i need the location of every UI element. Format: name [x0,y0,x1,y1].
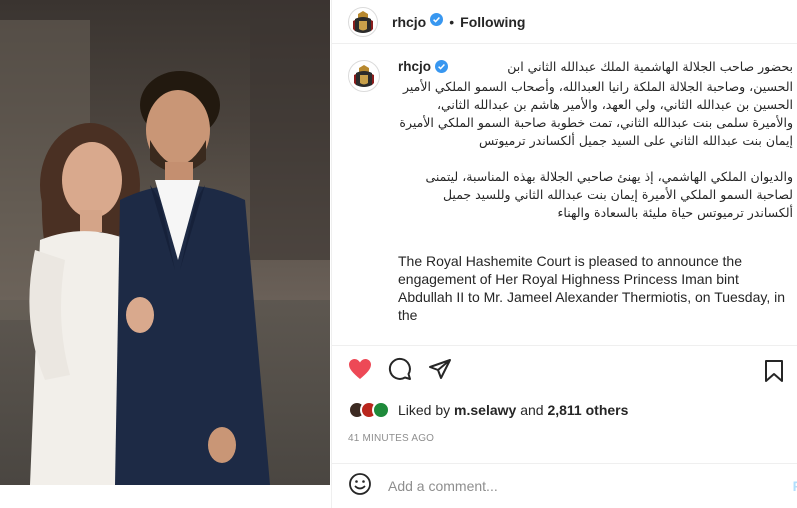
post-panel: rhcjo • Following rhcjo بحضور صاحب الجلا… [331,0,797,508]
post-timestamp[interactable]: 41 MINUTES AGO [348,433,434,444]
royal-crest-icon [353,10,373,33]
caption-arabic-paragraph-1: الحسين، وصاحبة الجلالة الملكة رانيا العب… [399,79,793,148]
comment-bar: P [332,463,797,508]
couple-image [0,0,330,485]
verified-badge-icon [430,12,444,31]
username-link[interactable]: rhcjo [392,14,426,30]
comment-icon[interactable] [386,355,414,383]
separator-dot: • [449,13,455,30]
emoji-icon[interactable] [348,472,372,501]
avatar[interactable] [348,6,378,37]
post-comment-button[interactable]: P [793,478,797,494]
action-bar [332,345,797,391]
liked-by-user-link[interactable]: m.selawy [454,402,516,418]
likes-and: and [520,402,544,418]
caption-arabic-paragraph-2: والديوان الملكي الهاشمي، إذ يهنئ صاحبي ا… [425,169,793,220]
heart-icon[interactable] [346,355,374,383]
caption: rhcjo بحضور صاحب الجلالة الهاشمية الملك … [332,58,797,344]
caption-avatar[interactable] [348,60,380,92]
caption-username[interactable]: rhcjo [398,58,431,76]
following-button[interactable]: Following [460,14,525,30]
post-photo[interactable] [0,0,330,508]
caption-arabic-first-line: بحضور صاحب الجلالة الهاشمية الملك عبدالل… [507,59,793,74]
post-header: rhcjo • Following [332,0,797,44]
photo-bottom-strip [0,485,330,508]
comment-input[interactable] [388,478,768,494]
share-icon[interactable] [426,355,454,383]
likes-row: Liked by m.selawy and 2,811 others [348,401,628,419]
verified-badge-icon [435,60,449,78]
likes-prefix: Liked by [398,402,451,418]
caption-english-paragraph: The Royal Hashemite Court is pleased to … [398,253,786,323]
royal-crest-icon [354,65,374,87]
likes-count-link[interactable]: 2,811 others [547,402,628,418]
likes-text: Liked by m.selawy and 2,811 others [398,402,628,418]
caption-body: rhcjo بحضور صاحب الجلالة الهاشمية الملك … [398,58,793,344]
bookmark-icon[interactable] [760,357,788,385]
liker-avatar[interactable] [372,401,390,419]
